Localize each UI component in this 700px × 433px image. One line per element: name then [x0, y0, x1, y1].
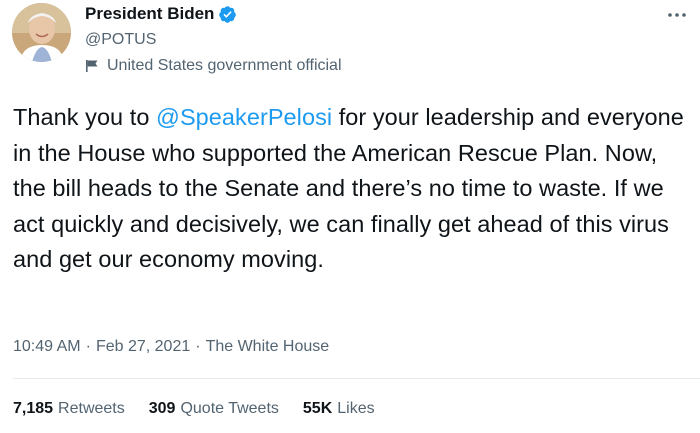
author-handle[interactable]: @POTUS: [85, 31, 156, 49]
likes-count: 55K: [302, 400, 333, 417]
government-label: United States government official: [85, 57, 342, 75]
avatar-image: [12, 3, 71, 62]
retweets-label: Retweets: [58, 400, 125, 417]
tweet-source[interactable]: The White House: [206, 338, 330, 356]
divider: [13, 378, 700, 379]
tweet-time[interactable]: 10:49 AM: [13, 338, 81, 356]
more-options-icon[interactable]: [666, 4, 688, 26]
likes-label: Likes: [337, 400, 375, 417]
avatar[interactable]: [12, 3, 71, 62]
quote-tweets-stat[interactable]: 309 Quote Tweets: [149, 400, 279, 418]
tweet-text-start: Thank you to: [13, 104, 157, 130]
quote-tweets-count: 309: [148, 400, 176, 417]
meta-separator: ·: [85, 338, 91, 355]
retweets-count: 7,185: [13, 400, 54, 417]
tweet-date[interactable]: Feb 27, 2021: [96, 338, 190, 356]
tweet-card: President Biden @POTUS United States gov…: [0, 0, 700, 433]
retweets-stat[interactable]: 7,185 Retweets: [13, 400, 125, 418]
verified-badge-icon: [218, 5, 237, 24]
government-label-text: United States government official: [107, 57, 342, 74]
display-name[interactable]: President Biden: [85, 4, 214, 24]
meta-separator: ·: [195, 338, 201, 355]
tweet-text: Thank you to @SpeakerPelosi for your lea…: [13, 100, 693, 278]
flag-icon: [85, 59, 99, 73]
tweet-meta: 10:49 AM · Feb 27, 2021 · The White House: [13, 338, 329, 356]
author-name-row[interactable]: President Biden: [85, 4, 237, 24]
mention-link[interactable]: @SpeakerPelosi: [156, 104, 332, 130]
quote-tweets-label: Quote Tweets: [180, 400, 279, 417]
tweet-stats: 7,185 Retweets 309 Quote Tweets 55K Likes: [13, 400, 399, 418]
likes-stat[interactable]: 55K Likes: [303, 400, 375, 418]
